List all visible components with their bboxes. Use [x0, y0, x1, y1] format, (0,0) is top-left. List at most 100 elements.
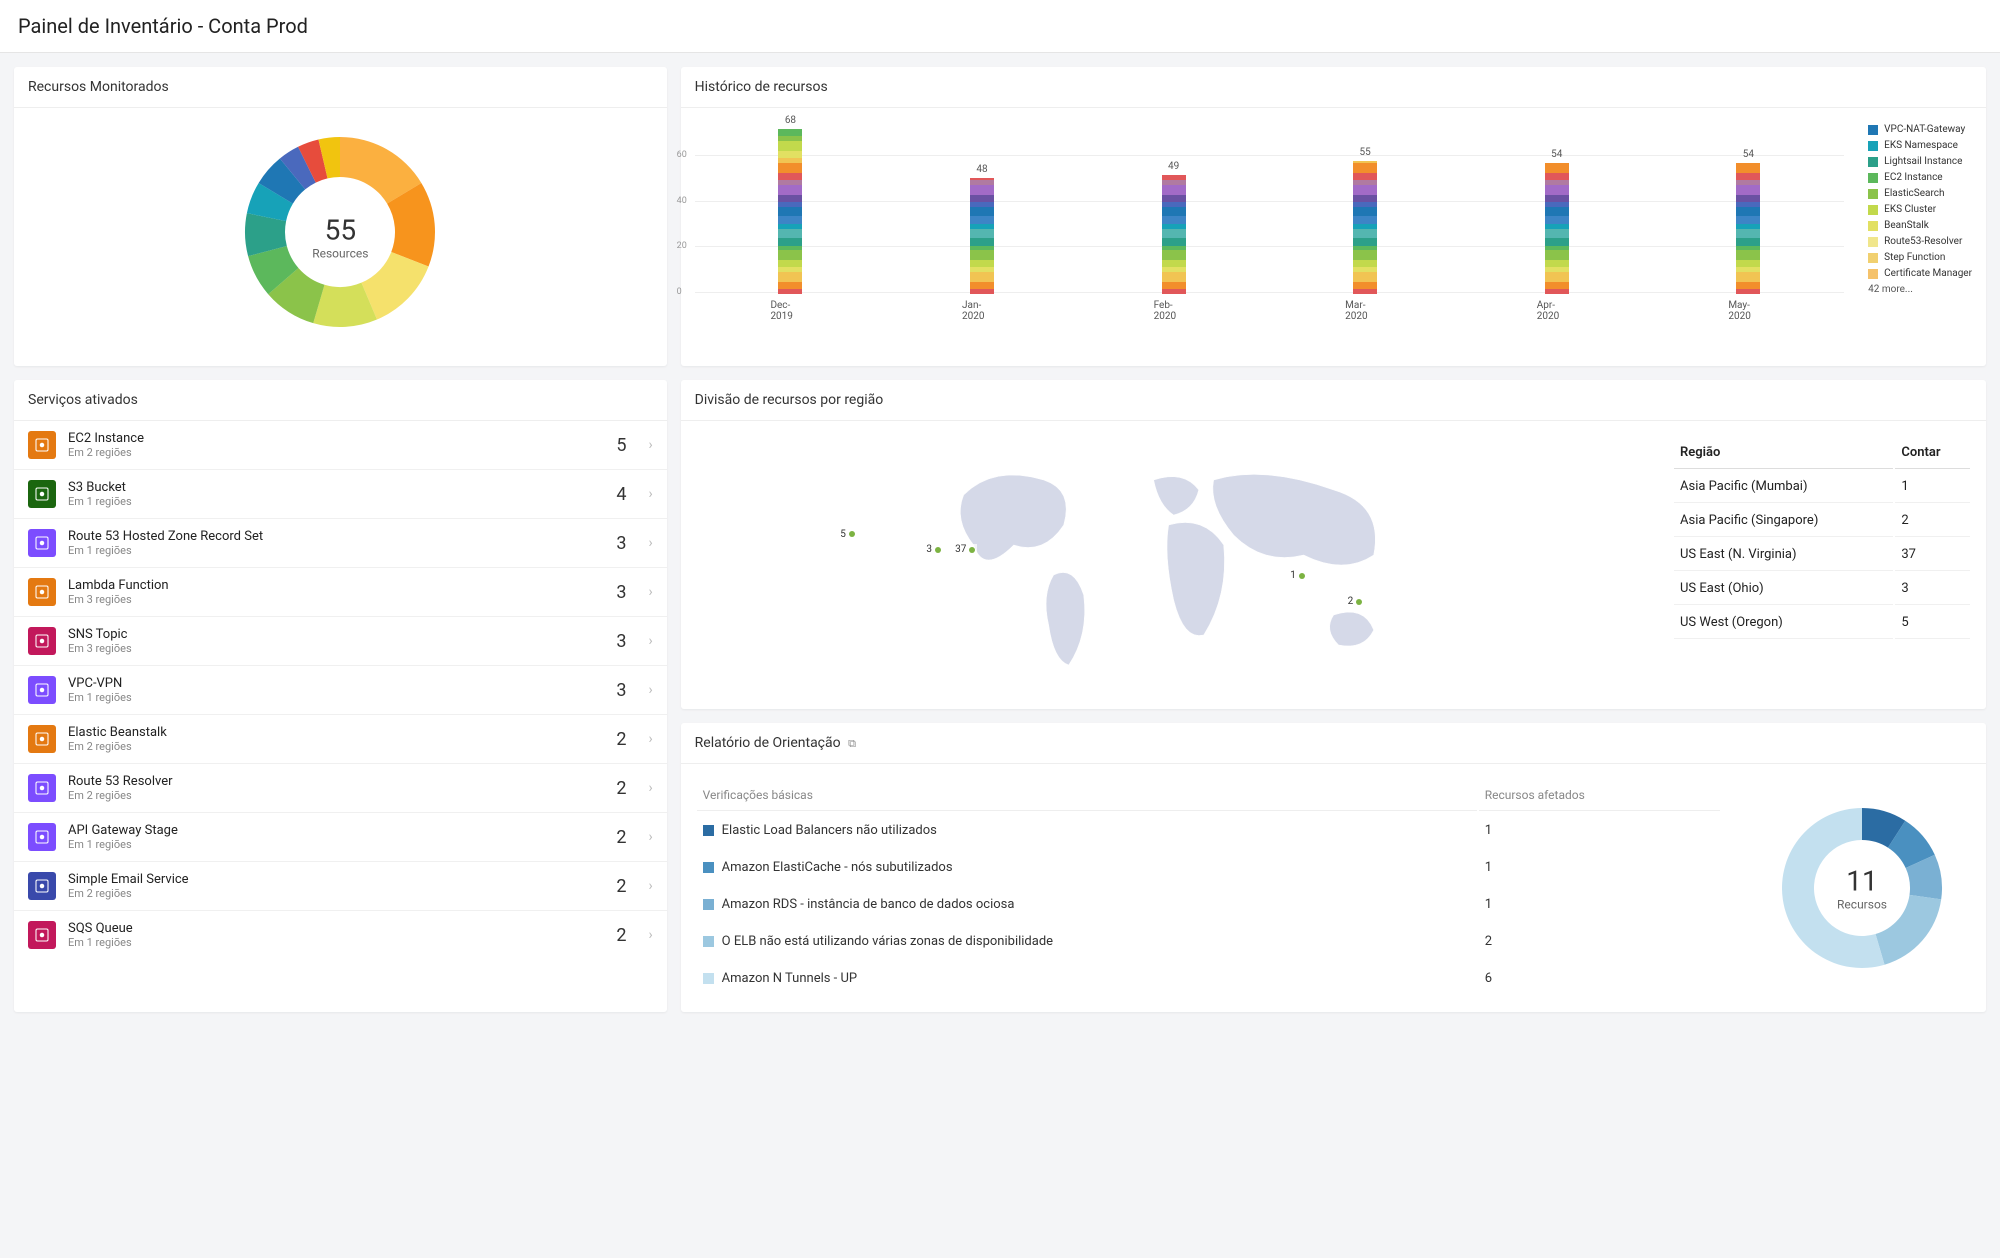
service-count: 3: [616, 631, 626, 652]
service-regions: Em 1 regiões: [68, 691, 604, 704]
service-count: 2: [616, 827, 626, 848]
service-icon: [28, 529, 56, 557]
service-row[interactable]: Lambda Function Em 3 regiões 3 ›: [14, 567, 667, 616]
legend-more[interactable]: 42 more...: [1868, 282, 1972, 298]
legend-item[interactable]: EKS Namespace: [1868, 138, 1972, 154]
region-col-header: Região: [1674, 437, 1893, 469]
chevron-right-icon: ›: [648, 437, 652, 453]
service-name: Lambda Function: [68, 578, 604, 593]
external-link-icon[interactable]: ⧉: [848, 737, 856, 750]
service-icon: [28, 725, 56, 753]
guidance-row[interactable]: Elastic Load Balancers não utilizados 1: [697, 813, 1720, 848]
chevron-right-icon: ›: [648, 927, 652, 943]
service-row[interactable]: Route 53 Resolver Em 2 regiões 2 ›: [14, 763, 667, 812]
service-count: 2: [616, 925, 626, 946]
service-row[interactable]: Elastic Beanstalk Em 2 regiões 2 ›: [14, 714, 667, 763]
service-name: EC2 Instance: [68, 431, 604, 446]
chevron-right-icon: ›: [648, 682, 652, 698]
service-name: Route 53 Resolver: [68, 774, 604, 789]
map-point[interactable]: 5: [838, 529, 857, 540]
service-row[interactable]: S3 Bucket Em 1 regiões 4 ›: [14, 469, 667, 518]
service-count: 2: [616, 876, 626, 897]
service-regions: Em 3 regiões: [68, 642, 604, 655]
region-row[interactable]: Asia Pacific (Mumbai)1: [1674, 471, 1970, 503]
region-row[interactable]: US East (Ohio)3: [1674, 573, 1970, 605]
guidance-center-label: Recursos: [1837, 898, 1887, 912]
chevron-right-icon: ›: [648, 829, 652, 845]
service-name: VPC-VPN: [68, 676, 604, 691]
history-bar: 68 Dec-2019: [770, 115, 810, 322]
service-regions: Em 2 regiões: [68, 740, 604, 753]
service-icon: [28, 480, 56, 508]
legend-item[interactable]: Step Function: [1868, 250, 1972, 266]
service-count: 2: [616, 778, 626, 799]
page-title: Painel de Inventário - Conta Prod: [0, 0, 2000, 53]
service-row[interactable]: Route 53 Hosted Zone Record Set Em 1 reg…: [14, 518, 667, 567]
history-bar: 55 Mar-2020: [1345, 147, 1385, 322]
service-count: 4: [616, 484, 626, 505]
service-count: 3: [616, 680, 626, 701]
enabled-services-card: Serviços ativados EC2 Instance Em 2 regi…: [14, 380, 667, 1012]
service-row[interactable]: VPC-VPN Em 1 regiões 3 ›: [14, 665, 667, 714]
service-regions: Em 3 regiões: [68, 593, 604, 606]
guidance-row[interactable]: Amazon RDS - instância de banco de dados…: [697, 887, 1720, 922]
legend-item[interactable]: ElasticSearch: [1868, 186, 1972, 202]
service-icon: [28, 431, 56, 459]
guidance-report-card: Relatório de Orientação ⧉ Verificações b…: [681, 723, 1986, 1012]
chevron-right-icon: ›: [648, 584, 652, 600]
service-row[interactable]: Simple Email Service Em 2 regiões 2 ›: [14, 861, 667, 910]
service-count: 2: [616, 729, 626, 750]
world-map: 5 3 37 1 2: [695, 435, 1652, 695]
service-name: SQS Queue: [68, 921, 604, 936]
service-row[interactable]: SNS Topic Em 3 regiões 3 ›: [14, 616, 667, 665]
service-count: 3: [616, 533, 626, 554]
legend-item[interactable]: VPC-NAT-Gateway: [1868, 122, 1972, 138]
resource-history-header: Histórico de recursos: [681, 67, 1986, 108]
service-icon: [28, 627, 56, 655]
guidance-checks-header: Verificações básicas: [697, 780, 1477, 811]
service-name: Route 53 Hosted Zone Record Set: [68, 529, 604, 544]
service-icon: [28, 676, 56, 704]
service-row[interactable]: API Gateway Stage Em 1 regiões 2 ›: [14, 812, 667, 861]
legend-item[interactable]: Certificate Manager: [1868, 266, 1972, 282]
legend-item[interactable]: Lightsail Instance: [1868, 154, 1972, 170]
history-bar: 54 May-2020: [1728, 149, 1768, 322]
legend-item[interactable]: EKS Cluster: [1868, 202, 1972, 218]
guidance-row[interactable]: Amazon N Tunnels - UP 6: [697, 961, 1720, 996]
monitored-center-value: 55: [312, 214, 368, 247]
legend-item[interactable]: EC2 Instance: [1868, 170, 1972, 186]
service-icon: [28, 774, 56, 802]
service-regions: Em 2 regiões: [68, 887, 604, 900]
service-count: 5: [616, 435, 626, 456]
service-row[interactable]: SQS Queue Em 1 regiões 2 ›: [14, 910, 667, 959]
chevron-right-icon: ›: [648, 486, 652, 502]
chevron-right-icon: ›: [648, 633, 652, 649]
map-point[interactable]: 2: [1346, 596, 1365, 607]
map-point[interactable]: 1: [1288, 570, 1307, 581]
service-regions: Em 1 regiões: [68, 544, 604, 557]
service-icon: [28, 921, 56, 949]
guidance-row[interactable]: Amazon ElastiCache - nós subutilizados 1: [697, 850, 1720, 885]
service-icon: [28, 578, 56, 606]
legend-item[interactable]: Route53-Resolver: [1868, 234, 1972, 250]
map-point[interactable]: 3: [924, 544, 943, 555]
service-row[interactable]: EC2 Instance Em 2 regiões 5 ›: [14, 421, 667, 469]
service-regions: Em 2 regiões: [68, 446, 604, 459]
monitored-center-label: Resources: [312, 247, 368, 261]
chevron-right-icon: ›: [648, 535, 652, 551]
region-row[interactable]: US West (Oregon)5: [1674, 607, 1970, 639]
count-col-header: Contar: [1895, 437, 1970, 469]
region-row[interactable]: Asia Pacific (Singapore)2: [1674, 505, 1970, 537]
guidance-table: Verificações básicas Recursos afetados E…: [695, 778, 1722, 998]
monitored-resources-header: Recursos Monitorados: [14, 67, 667, 108]
legend-item[interactable]: BeanStalk: [1868, 218, 1972, 234]
service-name: API Gateway Stage: [68, 823, 604, 838]
monitored-donut: 55 Resources: [28, 122, 653, 352]
monitored-resources-card: Recursos Monitorados 55 Resources: [14, 67, 667, 366]
region-row[interactable]: US East (N. Virginia)37: [1674, 539, 1970, 571]
chevron-right-icon: ›: [648, 878, 652, 894]
guidance-row[interactable]: O ELB não está utilizando várias zonas d…: [697, 924, 1720, 959]
chevron-right-icon: ›: [648, 731, 652, 747]
history-bar: 48 Jan-2020: [962, 164, 1002, 322]
map-point[interactable]: 37: [953, 544, 977, 555]
